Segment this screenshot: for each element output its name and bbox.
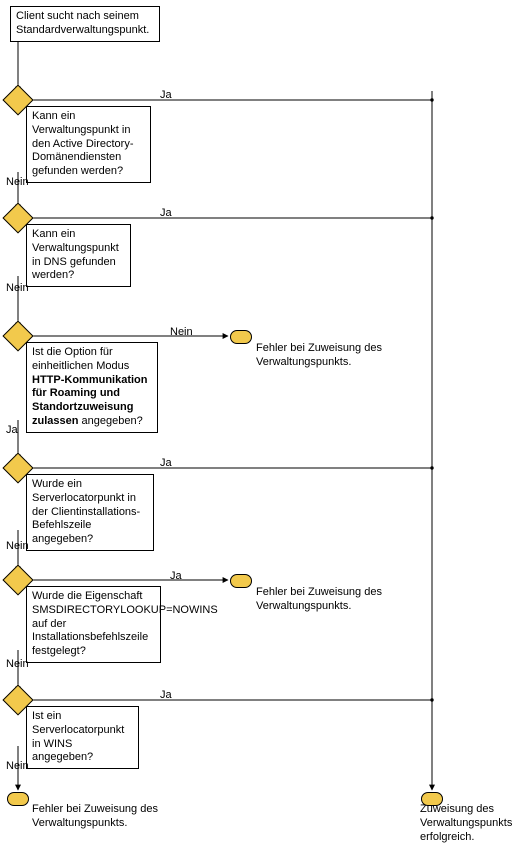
edge-q6-no: Nein	[6, 760, 29, 774]
edge-q1-yes: Ja	[160, 89, 172, 103]
terminator-success: Zuweisung des Verwaltungspunkts erfolgre…	[420, 803, 523, 844]
terminator-fail3-icon	[230, 330, 252, 344]
decision-q4: Wurde ein Serverlocatorpunkt in der Clie…	[26, 474, 154, 551]
edge-q2-yes: Ja	[160, 207, 172, 221]
edge-q6-yes: Ja	[160, 689, 172, 703]
terminator-fail5-icon	[230, 574, 252, 588]
edge-q1-no: Nein	[6, 176, 29, 190]
edge-q3-yes: Ja	[6, 424, 18, 438]
decision-q6: Ist ein Serverlocatorpunkt in WINS angeg…	[26, 706, 139, 769]
edge-q2-no: Nein	[6, 282, 29, 296]
decision-q2: Kann ein Verwaltungspunkt in DNS gefunde…	[26, 224, 131, 287]
decision-q5: Wurde die Eigenschaft SMSDIRECTORYLOOKUP…	[26, 586, 161, 663]
terminator-fail5: Fehler bei Zuweisung des Verwaltungspunk…	[256, 586, 386, 614]
edge-q5-no: Nein	[6, 658, 29, 672]
terminator-fail-end: Fehler bei Zuweisung des Verwaltungspunk…	[32, 803, 162, 831]
decision-q1: Kann ein Verwaltungspunkt in den Active …	[26, 106, 151, 183]
decision-q3-text-a: Ist die Option für einheitlichen Modus	[32, 346, 129, 372]
edge-q3-no: Nein	[170, 326, 193, 340]
start-node: Client sucht nach seinem Standardverwalt…	[10, 6, 160, 42]
decision-q3: Ist die Option für einheitlichen Modus H…	[26, 342, 158, 433]
decision-q3-text-c: angegeben?	[78, 415, 142, 427]
edge-q4-yes: Ja	[160, 457, 172, 471]
edge-q4-no: Nein	[6, 540, 29, 554]
terminator-fail3: Fehler bei Zuweisung des Verwaltungspunk…	[256, 342, 386, 370]
terminator-fail-end-icon	[7, 792, 29, 806]
edge-q5-yes: Ja	[170, 570, 182, 584]
